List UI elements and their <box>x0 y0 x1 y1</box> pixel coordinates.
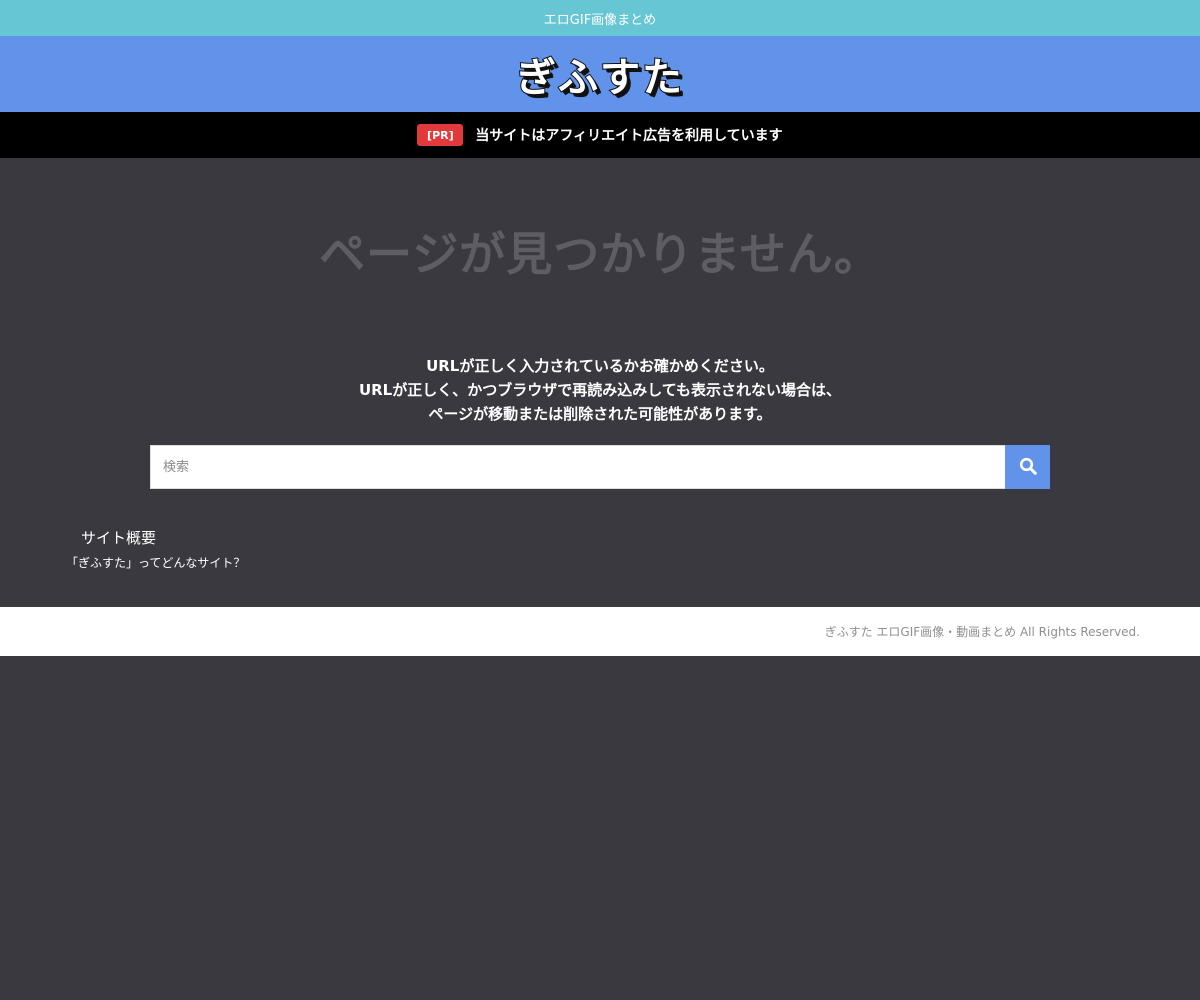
top-tagline-bar: エロGIF画像まとめ <box>0 0 1200 36</box>
pr-notice-bar: [PR] 当サイトはアフィリエイト広告を利用しています <box>0 112 1200 158</box>
search-button[interactable] <box>1005 445 1050 489</box>
site-about-link[interactable]: 「ぎふすた」ってどんなサイト？ <box>66 554 245 571</box>
pr-notice-text: 当サイトはアフィリエイト広告を利用しています <box>475 128 783 144</box>
pr-badge: [PR] <box>417 124 464 146</box>
not-found-line: URLが正しく、かつブラウザで再読み込みしても表示されない場合は、 <box>358 381 842 399</box>
search-icon <box>1019 457 1037 478</box>
widget-title: サイト概要 <box>81 529 157 547</box>
site-footer: ぎふすた エロGIF画像・動画まとめ All Rights Reserved. <box>0 607 1200 656</box>
not-found-message: URLが正しく入力されているかお確かめください。 URLが正しく、かつブラウザで… <box>0 354 1200 426</box>
not-found-line: ページが移動または削除された可能性があります。 <box>428 405 772 423</box>
search-input[interactable] <box>150 445 1005 489</box>
site-header: ぎふすた <box>0 36 1200 112</box>
main-content: ページが見つかりません。 URLが正しく入力されているかお確かめください。 UR… <box>0 158 1200 607</box>
not-found-line: URLが正しく入力されているかお確かめください。 <box>426 357 774 375</box>
site-logo[interactable]: ぎふすた <box>515 45 684 103</box>
copyright-text: ぎふすた エロGIF画像・動画まとめ All Rights Reserved. <box>824 625 1140 639</box>
search-form <box>150 445 1050 489</box>
page-title: ページが見つかりません。 <box>319 227 881 281</box>
site-tagline: エロGIF画像まとめ <box>543 12 657 28</box>
